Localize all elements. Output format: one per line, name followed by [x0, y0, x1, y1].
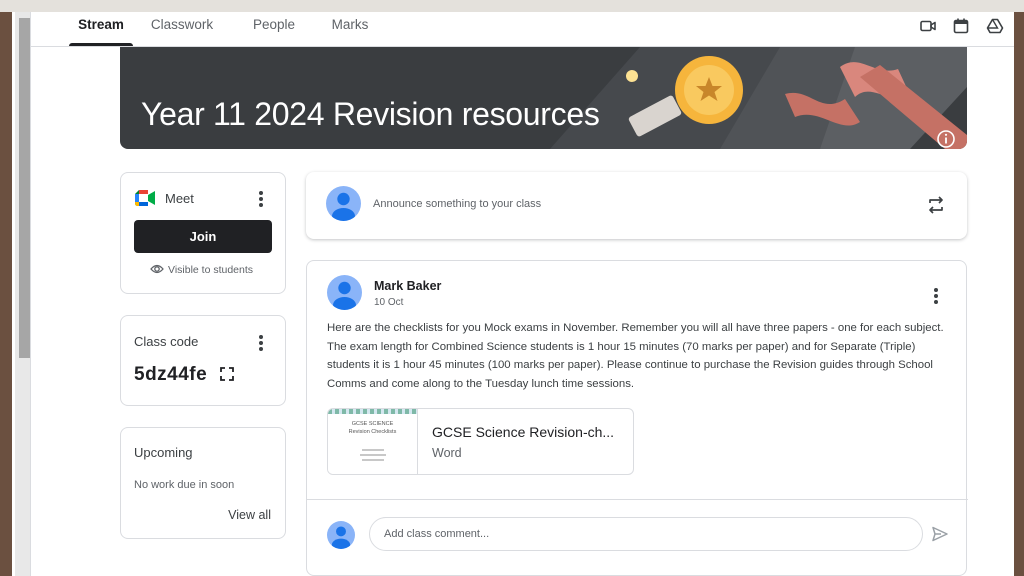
- attachment-type: Word: [432, 446, 462, 460]
- announce-box[interactable]: Announce something to your class: [306, 172, 967, 239]
- author-avatar: [327, 275, 362, 310]
- upcoming-empty-text: No work due in soon: [134, 479, 235, 491]
- attachment-title: GCSE Science Revision-ch...: [432, 424, 615, 440]
- calendar-icon[interactable]: [952, 17, 970, 35]
- view-all-link[interactable]: View all: [228, 508, 271, 522]
- thumb-heading: GCSE SCIENCE: [351, 421, 394, 427]
- post-author: Mark Baker: [374, 279, 442, 293]
- class-code-card: Class code 5dz44fe: [120, 315, 286, 406]
- google-drive-icon[interactable]: [986, 17, 1004, 35]
- tab-marks[interactable]: Marks: [329, 17, 371, 46]
- announce-placeholder: Announce something to your class: [373, 198, 542, 210]
- send-icon[interactable]: [931, 525, 949, 543]
- google-meet-icon: [135, 190, 155, 206]
- join-meet-button[interactable]: Join: [134, 220, 272, 253]
- stream-post-card: Mark Baker 10 Oct Here are the checklist…: [306, 260, 968, 576]
- post-more-options-icon[interactable]: [933, 287, 939, 305]
- tab-label: Marks: [331, 17, 369, 32]
- eye-icon: [150, 264, 164, 274]
- tab-people[interactable]: People: [252, 17, 296, 46]
- scrollbar-track[interactable]: [15, 12, 31, 576]
- tab-label: Stream: [78, 17, 124, 32]
- attachment-card[interactable]: GCSE SCIENCE Revision Checklists GCSE Sc…: [327, 408, 634, 475]
- top-navigation-bar: Stream Classwork People Marks: [31, 12, 1014, 47]
- upcoming-card: Upcoming No work due in soon View all: [120, 427, 286, 539]
- repost-icon[interactable]: [926, 195, 946, 215]
- upcoming-title: Upcoming: [134, 445, 193, 460]
- attachment-thumbnail: GCSE SCIENCE Revision Checklists: [328, 409, 418, 474]
- visibility-note: Visible to students: [168, 264, 254, 276]
- meet-card: Meet Join Visible to students: [120, 172, 286, 294]
- meet-more-options-icon[interactable]: [258, 190, 264, 208]
- thumb-subheading: Revision Checklists: [348, 429, 397, 435]
- class-code-label: Class code: [134, 334, 199, 349]
- meet-label: Meet: [165, 191, 194, 206]
- class-comment-input[interactable]: [369, 517, 923, 551]
- fullscreen-icon[interactable]: [220, 367, 234, 381]
- tab-classwork[interactable]: Classwork: [149, 17, 215, 46]
- tab-label: Classwork: [150, 17, 214, 32]
- class-banner: Year 11 2024 Revision resources: [120, 47, 967, 149]
- post-body-text: Here are the checklists for you Mock exa…: [327, 322, 944, 390]
- class-code-value: 5dz44fe: [134, 364, 208, 385]
- window-frame-top: [0, 0, 1024, 12]
- comment-divider: [307, 499, 968, 500]
- frame-divider: [30, 12, 31, 576]
- info-icon[interactable]: [936, 129, 956, 149]
- class-code-more-options-icon[interactable]: [258, 334, 264, 352]
- user-avatar: [326, 186, 361, 221]
- post-date: 10 Oct: [374, 297, 404, 308]
- commenter-avatar: [327, 521, 355, 549]
- class-title: Year 11 2024 Revision resources: [141, 96, 600, 132]
- classroom-page: Stream Classwork People Marks Year 11 20…: [12, 12, 1014, 576]
- video-camera-icon[interactable]: [919, 17, 937, 35]
- tab-label: People: [252, 17, 296, 32]
- tab-stream[interactable]: Stream: [69, 17, 133, 46]
